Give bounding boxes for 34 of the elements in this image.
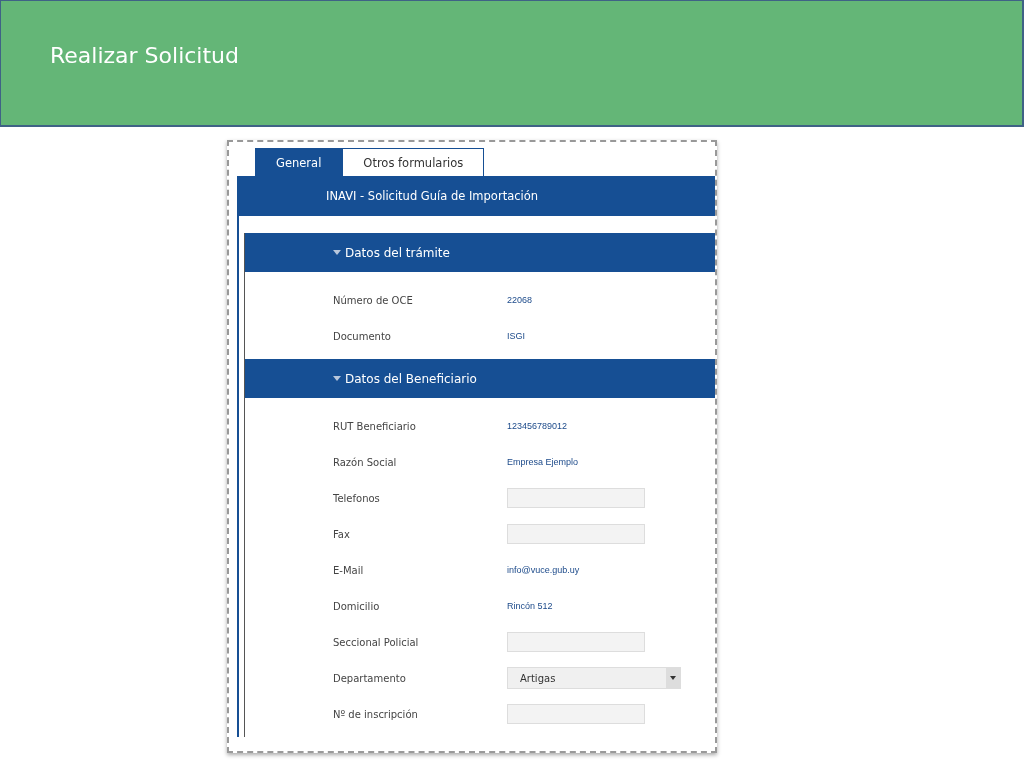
slide-title: Realizar Solicitud [50,43,239,68]
section-header[interactable]: Datos del trámite [245,233,715,272]
input-field[interactable] [507,488,645,508]
tab[interactable]: General [255,148,343,176]
caret-down-icon[interactable] [333,376,341,381]
section-title: Datos del Beneficiario [345,371,477,386]
field-label: Documento [333,330,392,342]
section-title: Datos del trámite [345,245,450,260]
field-label: Telefonos [333,492,381,504]
caret-down-icon[interactable] [333,250,341,255]
input-field[interactable] [507,632,645,652]
caret-down-icon[interactable] [670,676,676,680]
field-label: Número de OCE [333,294,414,306]
tab[interactable]: Otros formularios [342,148,485,176]
input-field[interactable] [507,704,645,724]
section-header[interactable]: Datos del Beneficiario [245,359,715,398]
form-title: INAVI - Solicitud Guía de Importación [326,189,539,203]
dropdown[interactable]: Artigas [507,667,681,689]
field-label: Fax [333,528,351,540]
field-label: RUT Beneficiario [333,420,417,432]
field-value: 22068 [507,295,533,305]
field-value: 123456789012 [507,421,568,431]
input-field[interactable] [507,524,645,544]
field-value: Empresa Ejemplo [507,457,579,467]
field-label: Razón Social [333,456,398,468]
field-value: Rincón 512 [507,601,553,611]
field-label: E-Mail [333,564,365,576]
field-label: Seccional Policial [333,636,420,648]
field-label: Domicilio [333,600,381,612]
dropdown-value: Artigas [520,672,556,684]
field-value: info@vuce.gub.uy [507,565,580,575]
field-label: Nº de inscripción [333,708,419,720]
field-value: ISGI [507,331,525,341]
field-label: Departamento [333,672,407,684]
